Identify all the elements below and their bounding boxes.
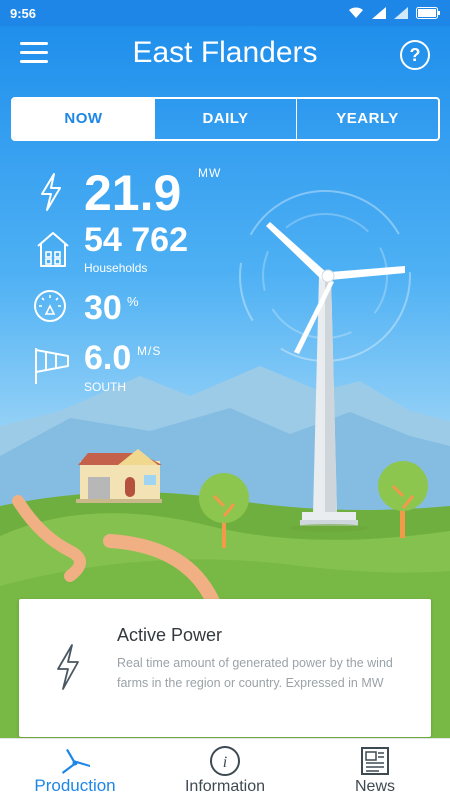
wifi-icon	[349, 7, 363, 19]
households-value: 54 762	[84, 221, 188, 259]
signal-icon-2	[394, 7, 408, 19]
capacity-value: 30	[84, 289, 122, 327]
capacity-unit: %	[127, 294, 140, 309]
bottom-nav: Production i Information News	[0, 738, 450, 800]
power-unit: MW	[198, 166, 222, 180]
battery-icon	[416, 7, 440, 19]
info-card: Active Power Real time amount of generat…	[19, 599, 431, 737]
tab-yearly[interactable]: YEARLY	[296, 99, 438, 139]
status-bar: 9:56	[0, 0, 450, 26]
households-label: Households	[84, 261, 148, 275]
nav-production-label: Production	[34, 776, 116, 795]
card-title: Active Power	[117, 625, 223, 645]
status-icons	[348, 7, 440, 19]
svg-text:i: i	[223, 754, 227, 771]
wind-direction: SOUTH	[84, 380, 126, 394]
page-title: East Flanders	[132, 36, 318, 69]
house-icon	[37, 232, 69, 267]
lightning-icon	[57, 644, 79, 690]
tab-now[interactable]: NOW	[13, 99, 154, 139]
newspaper-icon	[361, 747, 389, 775]
signal-icon	[372, 7, 386, 19]
nav-news-label: News	[354, 778, 395, 795]
lightning-icon	[41, 173, 61, 211]
wind-unit: M/S	[137, 344, 162, 358]
help-button[interactable]: ?	[400, 40, 430, 70]
period-tabs: NOW DAILY YEARLY	[11, 97, 440, 141]
main-scene: East Flanders ? NOW DAILY YEARLY 21.9 MW…	[0, 26, 450, 738]
nav-information-label: Information	[184, 778, 266, 795]
nav-information[interactable]: i Information	[150, 739, 300, 800]
power-value: 21.9	[84, 165, 182, 221]
info-icon: i	[210, 746, 240, 776]
nav-production[interactable]: Production	[0, 739, 150, 800]
nav-news[interactable]: News	[300, 739, 450, 800]
windsock-icon	[35, 348, 69, 384]
status-time: 9:56	[10, 5, 37, 21]
turbine-icon	[62, 749, 90, 774]
gauge-icon	[34, 290, 66, 322]
tab-daily[interactable]: DAILY	[154, 99, 296, 139]
wind-value: 6.0	[84, 339, 132, 377]
card-description: Real time amount of generated power by t…	[117, 656, 393, 690]
